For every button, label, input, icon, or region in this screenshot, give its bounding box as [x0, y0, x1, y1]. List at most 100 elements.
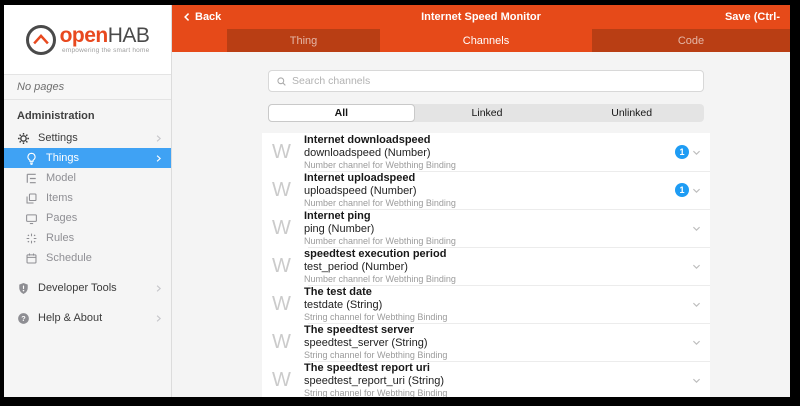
- channel-id: ping (Number): [304, 223, 691, 236]
- channel-description: Number channel for Webthing Binding: [304, 160, 675, 170]
- chevron-right-icon: [154, 134, 163, 143]
- sidebar-item-items[interactable]: Items: [4, 188, 171, 208]
- channel-row[interactable]: Wspeedtest execution periodtest_period (…: [262, 247, 710, 285]
- tab-bar: ThingChannelsCode: [172, 29, 790, 52]
- chevron-down-icon[interactable]: [691, 299, 702, 310]
- filter-option-linked[interactable]: Linked: [415, 104, 560, 122]
- items-copy-icon: [25, 192, 38, 205]
- channel-title: Internet uploadspeed: [304, 172, 675, 185]
- sidebar-item-label: Things: [46, 152, 154, 164]
- help-question-icon: ?: [17, 312, 30, 325]
- search-channels-bar[interactable]: [268, 70, 704, 92]
- tab-code[interactable]: Code: [592, 29, 790, 52]
- channel-id: testdate (String): [304, 299, 691, 312]
- no-pages-label: No pages: [4, 75, 171, 100]
- sidebar-gap: [4, 268, 171, 278]
- webthing-binding-icon: W: [270, 294, 304, 314]
- sidebar-item-rules[interactable]: Rules: [4, 228, 171, 248]
- logo-area[interactable]: openHAB empowering the smart home: [4, 5, 171, 75]
- webthing-binding-icon: W: [270, 256, 304, 276]
- chevron-down-icon[interactable]: [691, 185, 702, 196]
- sidebar: openHAB empowering the smart home No pag…: [4, 5, 172, 397]
- svg-text:?: ?: [21, 314, 26, 323]
- channel-row-controls: [691, 299, 702, 310]
- back-button[interactable]: Back: [182, 11, 221, 23]
- content-area: AllLinkedUnlinked WInternet downloadspee…: [172, 52, 790, 397]
- logo-wordmark: openHAB empowering the smart home: [60, 25, 150, 54]
- webthing-binding-icon: W: [270, 180, 304, 200]
- rules-sparkle-icon: [25, 232, 38, 245]
- channel-row[interactable]: WInternet pingping (Number)Number channe…: [262, 209, 710, 247]
- sidebar-item-things[interactable]: Things: [4, 148, 171, 168]
- filter-option-all[interactable]: All: [268, 104, 415, 122]
- channel-text: speedtest execution periodtest_period (N…: [304, 248, 691, 284]
- sidebar-item-label: Schedule: [46, 252, 163, 264]
- top-navbar: Back Internet Speed Monitor Save (Ctrl-: [172, 5, 790, 29]
- sidebar-menu: Settings Things ModelItemsPagesRules Schedu…: [4, 128, 171, 328]
- channel-id: speedtest_server (String): [304, 337, 691, 350]
- channel-description: String channel for Webthing Binding: [304, 350, 691, 360]
- sidebar-item-label: Help & About: [38, 312, 154, 324]
- sidebar-item-model[interactable]: Model: [4, 168, 171, 188]
- channel-row-controls: [691, 261, 702, 272]
- model-tree-icon: [25, 172, 38, 185]
- channel-list: WInternet downloadspeeddownloadspeed (Nu…: [262, 133, 710, 397]
- channel-text: The speedtest serverspeedtest_server (St…: [304, 324, 691, 360]
- sidebar-item-help-about[interactable]: ? Help & About: [4, 308, 171, 328]
- channel-description: Number channel for Webthing Binding: [304, 236, 691, 246]
- filter-segmented-control: AllLinkedUnlinked: [268, 104, 704, 122]
- channel-row[interactable]: WInternet downloadspeeddownloadspeed (Nu…: [262, 133, 710, 171]
- channel-title: Internet ping: [304, 210, 691, 223]
- main-panel: Back Internet Speed Monitor Save (Ctrl- …: [172, 5, 790, 397]
- sidebar-section-administration: Administration: [4, 100, 171, 128]
- sidebar-item-schedule[interactable]: Schedule: [4, 248, 171, 268]
- chevron-down-icon[interactable]: [691, 147, 702, 158]
- sidebar-item-pages[interactable]: Pages: [4, 208, 171, 228]
- pages-display-icon: [25, 212, 38, 225]
- logo-text-hab: HAB: [108, 24, 150, 47]
- channel-title: The speedtest report uri: [304, 362, 691, 375]
- channel-row-controls: [691, 223, 702, 234]
- channel-row[interactable]: WInternet uploadspeeduploadspeed (Number…: [262, 171, 710, 209]
- sidebar-item-settings[interactable]: Settings: [4, 128, 171, 148]
- app-window: openHAB empowering the smart home No pag…: [4, 5, 790, 397]
- save-button[interactable]: Save (Ctrl-: [725, 11, 780, 23]
- openhab-logo: openHAB empowering the smart home: [26, 25, 150, 55]
- linked-items-badge: 1: [675, 183, 689, 197]
- channel-title: speedtest execution period: [304, 248, 691, 261]
- chevron-down-icon[interactable]: [691, 261, 702, 272]
- back-label: Back: [195, 11, 221, 23]
- chevron-down-icon[interactable]: [691, 337, 702, 348]
- filter-option-unlinked[interactable]: Unlinked: [559, 104, 704, 122]
- tab-channels[interactable]: Channels: [380, 29, 592, 52]
- channel-row[interactable]: WThe speedtest report urispeedtest_repor…: [262, 361, 710, 397]
- logo-text-open: open: [60, 24, 108, 47]
- channel-text: The test datetestdate (String)String cha…: [304, 286, 691, 322]
- tab-thing[interactable]: Thing: [227, 29, 380, 52]
- channel-text: The speedtest report urispeedtest_report…: [304, 362, 691, 397]
- channel-title: The test date: [304, 286, 691, 299]
- search-input[interactable]: [292, 75, 696, 87]
- sidebar-item-developer-tools[interactable]: Developer Tools: [4, 278, 171, 298]
- channel-description: String channel for Webthing Binding: [304, 388, 691, 397]
- channel-row[interactable]: WThe test datetestdate (String)String ch…: [262, 285, 710, 323]
- chevron-down-icon[interactable]: [691, 375, 702, 386]
- tab-bar-spacer: [172, 29, 227, 52]
- page-title: Internet Speed Monitor: [172, 11, 790, 23]
- sidebar-item-label: Settings: [38, 132, 154, 144]
- webthing-binding-icon: W: [270, 142, 304, 162]
- channel-row[interactable]: WThe speedtest serverspeedtest_server (S…: [262, 323, 710, 361]
- lightbulb-icon: [25, 152, 38, 165]
- chevron-down-icon[interactable]: [691, 223, 702, 234]
- channel-row-controls: 1: [675, 183, 702, 197]
- channel-text: Internet uploadspeeduploadspeed (Number)…: [304, 172, 675, 208]
- channel-title: The speedtest server: [304, 324, 691, 337]
- channel-row-controls: [691, 337, 702, 348]
- channel-id: speedtest_report_uri (String): [304, 375, 691, 388]
- channel-description: Number channel for Webthing Binding: [304, 198, 675, 208]
- channel-description: Number channel for Webthing Binding: [304, 274, 691, 284]
- sidebar-gap: [4, 298, 171, 308]
- sidebar-item-label: Developer Tools: [38, 282, 154, 294]
- chevron-right-icon: [154, 154, 163, 163]
- webthing-binding-icon: W: [270, 218, 304, 238]
